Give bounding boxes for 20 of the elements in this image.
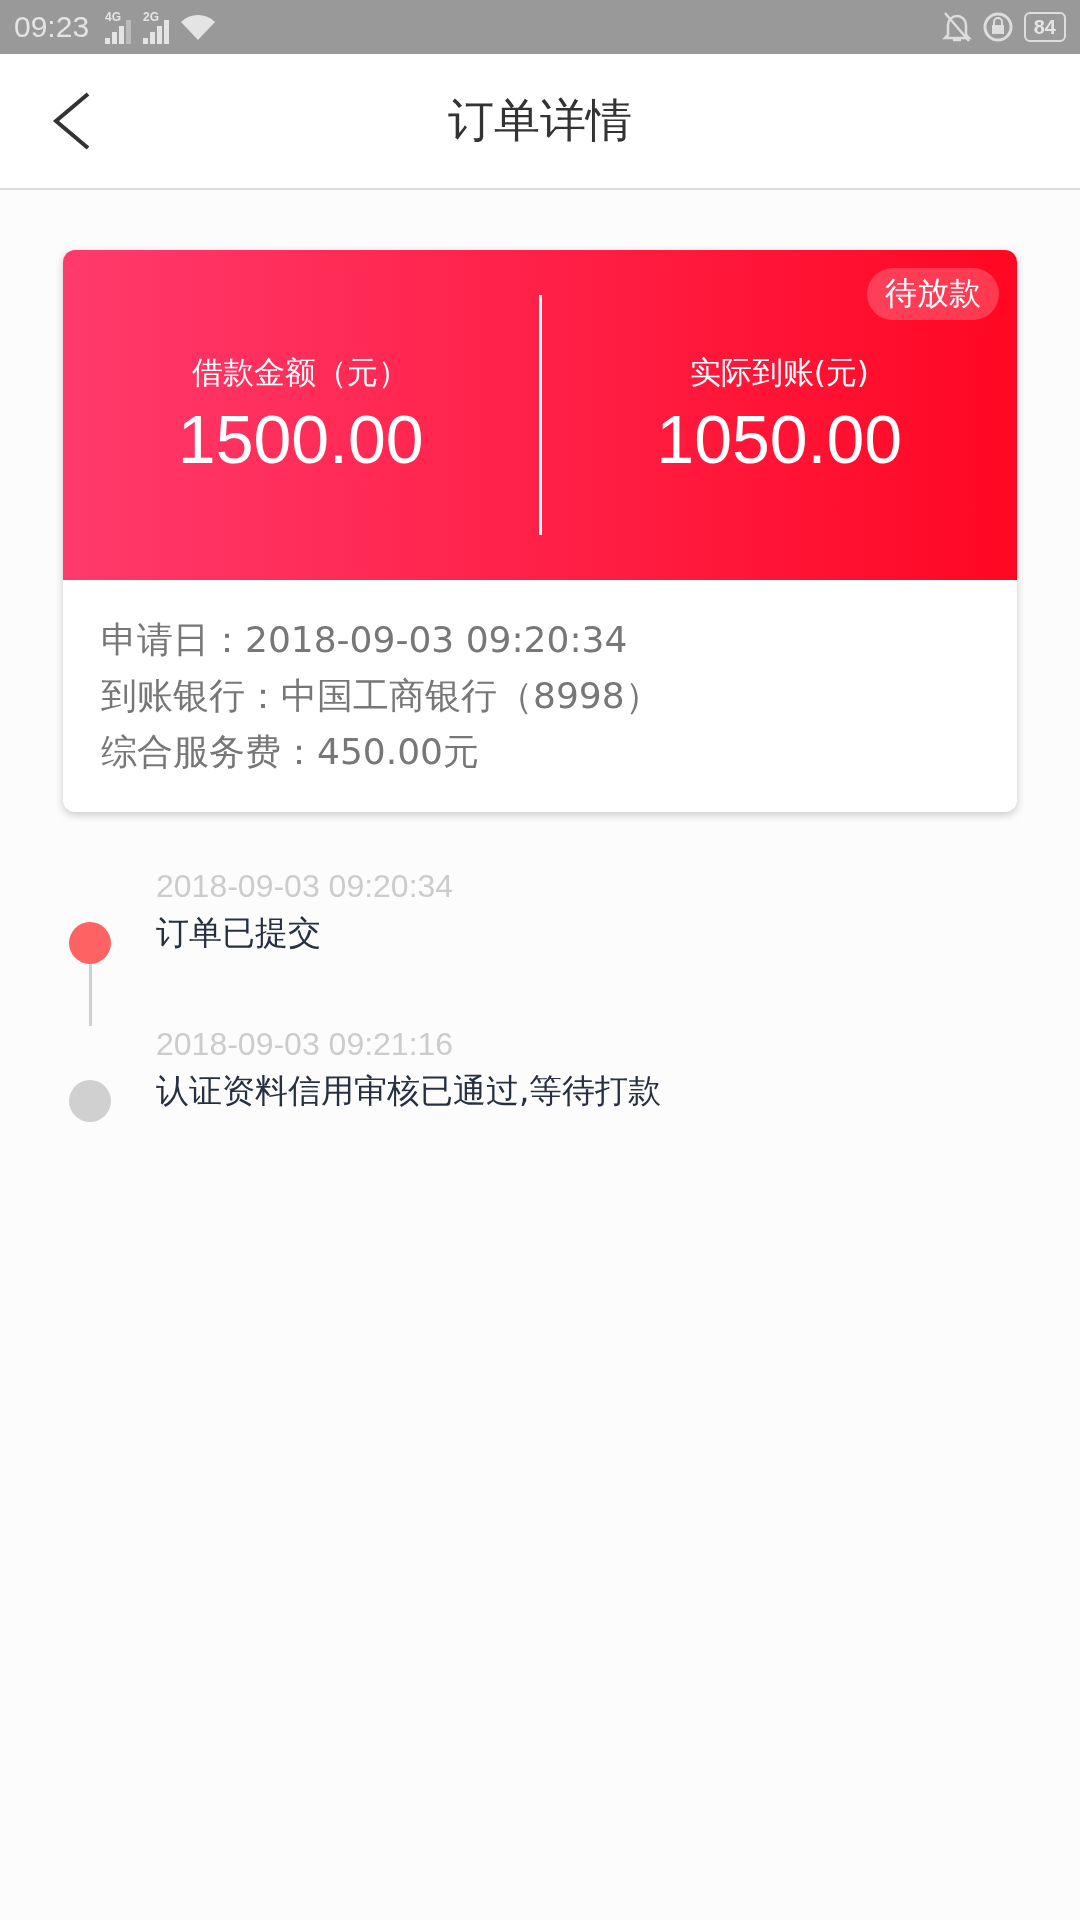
amount-label: 借款金额（元）: [192, 353, 410, 392]
status-badge: 待放款: [867, 268, 999, 320]
network-type: 2G: [143, 10, 160, 24]
detail-text: 综合服务费：450.00元: [101, 730, 480, 774]
battery-level: 84: [1023, 12, 1066, 42]
event-text: 订单已提交: [156, 912, 322, 954]
wifi-icon: [181, 14, 216, 40]
muted-bell-icon: [941, 11, 972, 43]
rotation-lock-icon: [981, 11, 1014, 43]
detail-text: 申请日：2018-09-03 09:20:34: [101, 618, 629, 662]
amount-value: 1050.00: [656, 400, 903, 478]
event-text: 认证资料信用审核已通过,等待打款: [156, 1070, 662, 1112]
amount-label: 实际到账(元): [689, 353, 869, 392]
detail-text: 到账银行：中国工商银行（8998）: [101, 674, 662, 718]
network-type: 4G: [105, 10, 122, 24]
page-title: 订单详情: [448, 92, 632, 149]
signal-icon: [143, 20, 172, 44]
amount-value: 1500.00: [177, 400, 424, 478]
status-time: 09:23: [14, 10, 90, 44]
signal-icon: [105, 20, 134, 44]
